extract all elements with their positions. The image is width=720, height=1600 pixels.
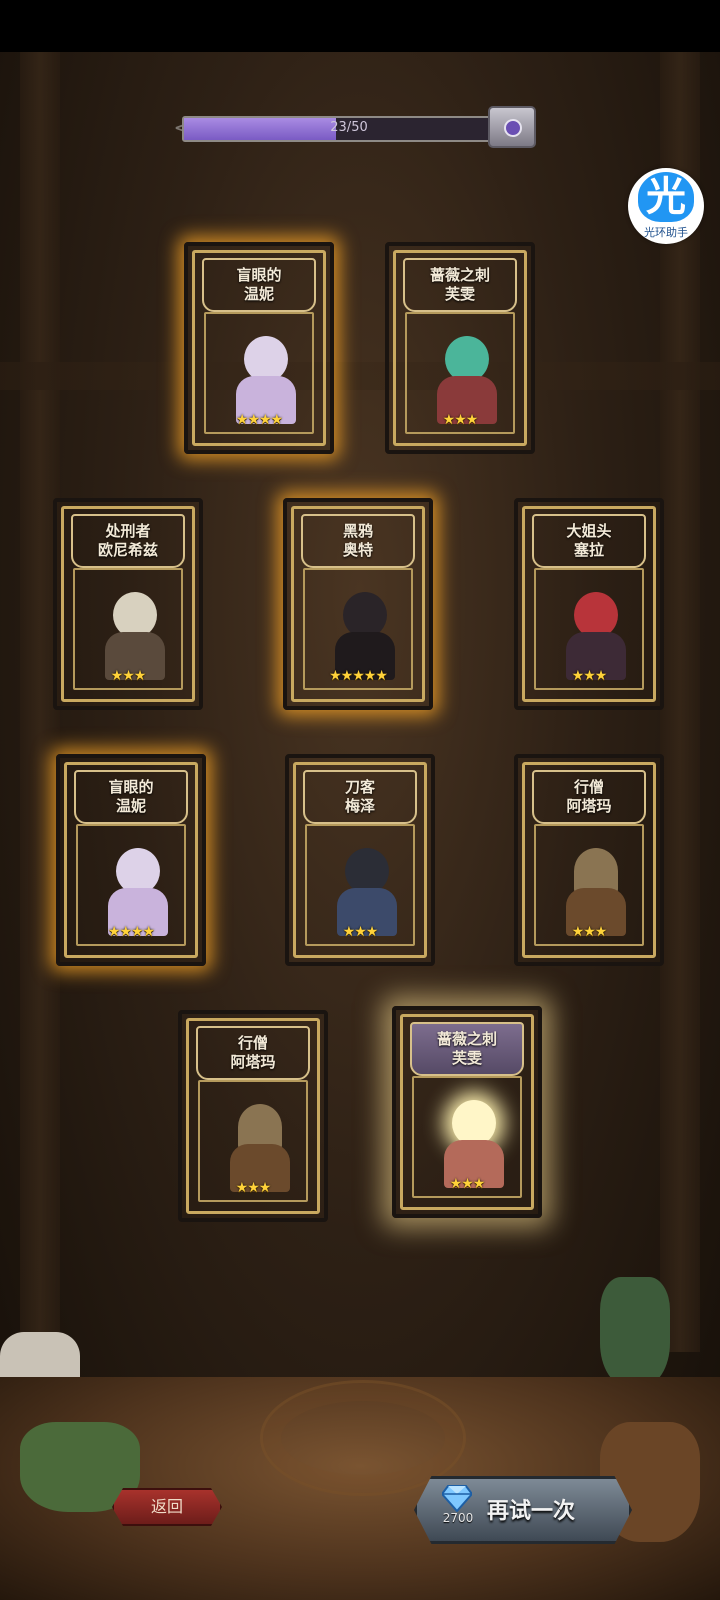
card-title-line2: 塞拉: [573, 541, 604, 559]
hero-card[interactable]: 盲眼的 温妮 ★★★★: [56, 754, 206, 966]
assistant-badge[interactable]: 光 光环助手: [628, 168, 704, 244]
hero-card[interactable]: 刀客 梅泽 ★★★: [285, 754, 435, 966]
star-rating: ★★★: [235, 1180, 272, 1196]
card-banner: 处刑者 欧尼希兹: [71, 514, 185, 568]
star-rating: ★★★: [449, 1176, 486, 1192]
card-banner: 黑鸦 奥特: [301, 514, 415, 568]
treasure-chest-icon[interactable]: [488, 106, 536, 148]
card-title-line1: 行僧: [573, 778, 604, 796]
hero-card[interactable]: 行僧 阿塔玛 ★★★: [178, 1010, 328, 1222]
hero-portrait: ★★★★: [204, 312, 314, 434]
retry-cost: 2700: [442, 1511, 474, 1525]
star-rating: ★★★: [342, 924, 379, 940]
wood-beam: [0, 362, 720, 390]
summon-progress-bar: 23/50: [182, 116, 516, 142]
card-banner: 盲眼的 温妮: [202, 258, 316, 312]
card-title-line2: 温妮: [243, 285, 274, 303]
hero-card[interactable]: 蔷薇之刺 芙雯 ★★★: [392, 1006, 542, 1218]
star-rating: ★★★: [571, 924, 608, 940]
card-banner: 大姐头 塞拉: [532, 514, 646, 568]
card-title-line1: 盲眼的: [108, 778, 154, 796]
assistant-label: 光环助手: [644, 226, 688, 239]
card-title-line1: 大姐头: [566, 522, 612, 540]
hero-portrait: ★★★: [305, 824, 415, 946]
card-title-line1: 盲眼的: [236, 266, 282, 284]
hero-portrait: ★★★: [534, 824, 644, 946]
hero-card[interactable]: 行僧 阿塔玛 ★★★: [514, 754, 664, 966]
card-title-line1: 黑鸦: [342, 522, 373, 540]
star-rating: ★★★: [110, 668, 147, 684]
card-title-line1: 刀客: [344, 778, 375, 796]
progress-text: 23/50: [330, 120, 368, 135]
card-title-line2: 芙雯: [444, 285, 475, 303]
hero-portrait: ★★★★: [76, 824, 186, 946]
card-title-line1: 处刑者: [105, 522, 151, 540]
card-banner: 刀客 梅泽: [303, 770, 417, 824]
hero-card[interactable]: 盲眼的 温妮 ★★★★: [184, 242, 334, 454]
card-title-line1: 行僧: [237, 1034, 268, 1052]
card-title-line2: 梅泽: [344, 797, 375, 815]
hero-portrait: ★★★: [405, 312, 515, 434]
hero-portrait: ★★★★★: [303, 568, 413, 690]
card-title-line2: 阿塔玛: [230, 1053, 276, 1071]
card-title-line2: 奥特: [342, 541, 373, 559]
hero-portrait: ★★★: [534, 568, 644, 690]
hero-card[interactable]: 黑鸦 奥特 ★★★★★: [283, 498, 433, 710]
card-title-line2: 温妮: [115, 797, 146, 815]
hero-portrait: ★★★: [73, 568, 183, 690]
retry-label: 再试一次: [487, 1499, 576, 1524]
assistant-logo-icon: 光: [638, 172, 694, 222]
bottle-decoration: [600, 1277, 670, 1387]
card-title-line1: 蔷薇之刺: [429, 266, 490, 284]
back-button[interactable]: 返回: [112, 1488, 222, 1526]
hero-card[interactable]: 大姐头 塞拉 ★★★: [514, 498, 664, 710]
star-rating: ★★★★: [235, 412, 283, 428]
hero-card[interactable]: 蔷薇之刺 芙雯 ★★★: [385, 242, 535, 454]
card-title-line2: 欧尼希兹: [97, 541, 158, 559]
card-banner: 蔷薇之刺 芙雯: [403, 258, 517, 312]
diamond-icon: [442, 1485, 472, 1512]
star-rating: ★★★: [571, 668, 608, 684]
card-title-line2: 阿塔玛: [566, 797, 612, 815]
card-title-line2: 芙雯: [451, 1049, 482, 1067]
card-banner: 行僧 阿塔玛: [532, 770, 646, 824]
hero-portrait: ★★★: [412, 1076, 522, 1198]
card-banner: 盲眼的 温妮: [74, 770, 188, 824]
card-title-line1: 蔷薇之刺: [436, 1030, 497, 1048]
hero-card[interactable]: 处刑者 欧尼希兹 ★★★: [53, 498, 203, 710]
hero-portrait: ★★★: [198, 1080, 308, 1202]
wood-beam: [660, 52, 700, 1352]
card-banner: 行僧 阿塔玛: [196, 1026, 310, 1080]
card-banner: 蔷薇之刺 芙雯: [410, 1022, 524, 1076]
star-rating: ★★★★★: [329, 668, 388, 684]
star-rating: ★★★: [442, 412, 479, 428]
star-rating: ★★★★: [107, 924, 155, 940]
